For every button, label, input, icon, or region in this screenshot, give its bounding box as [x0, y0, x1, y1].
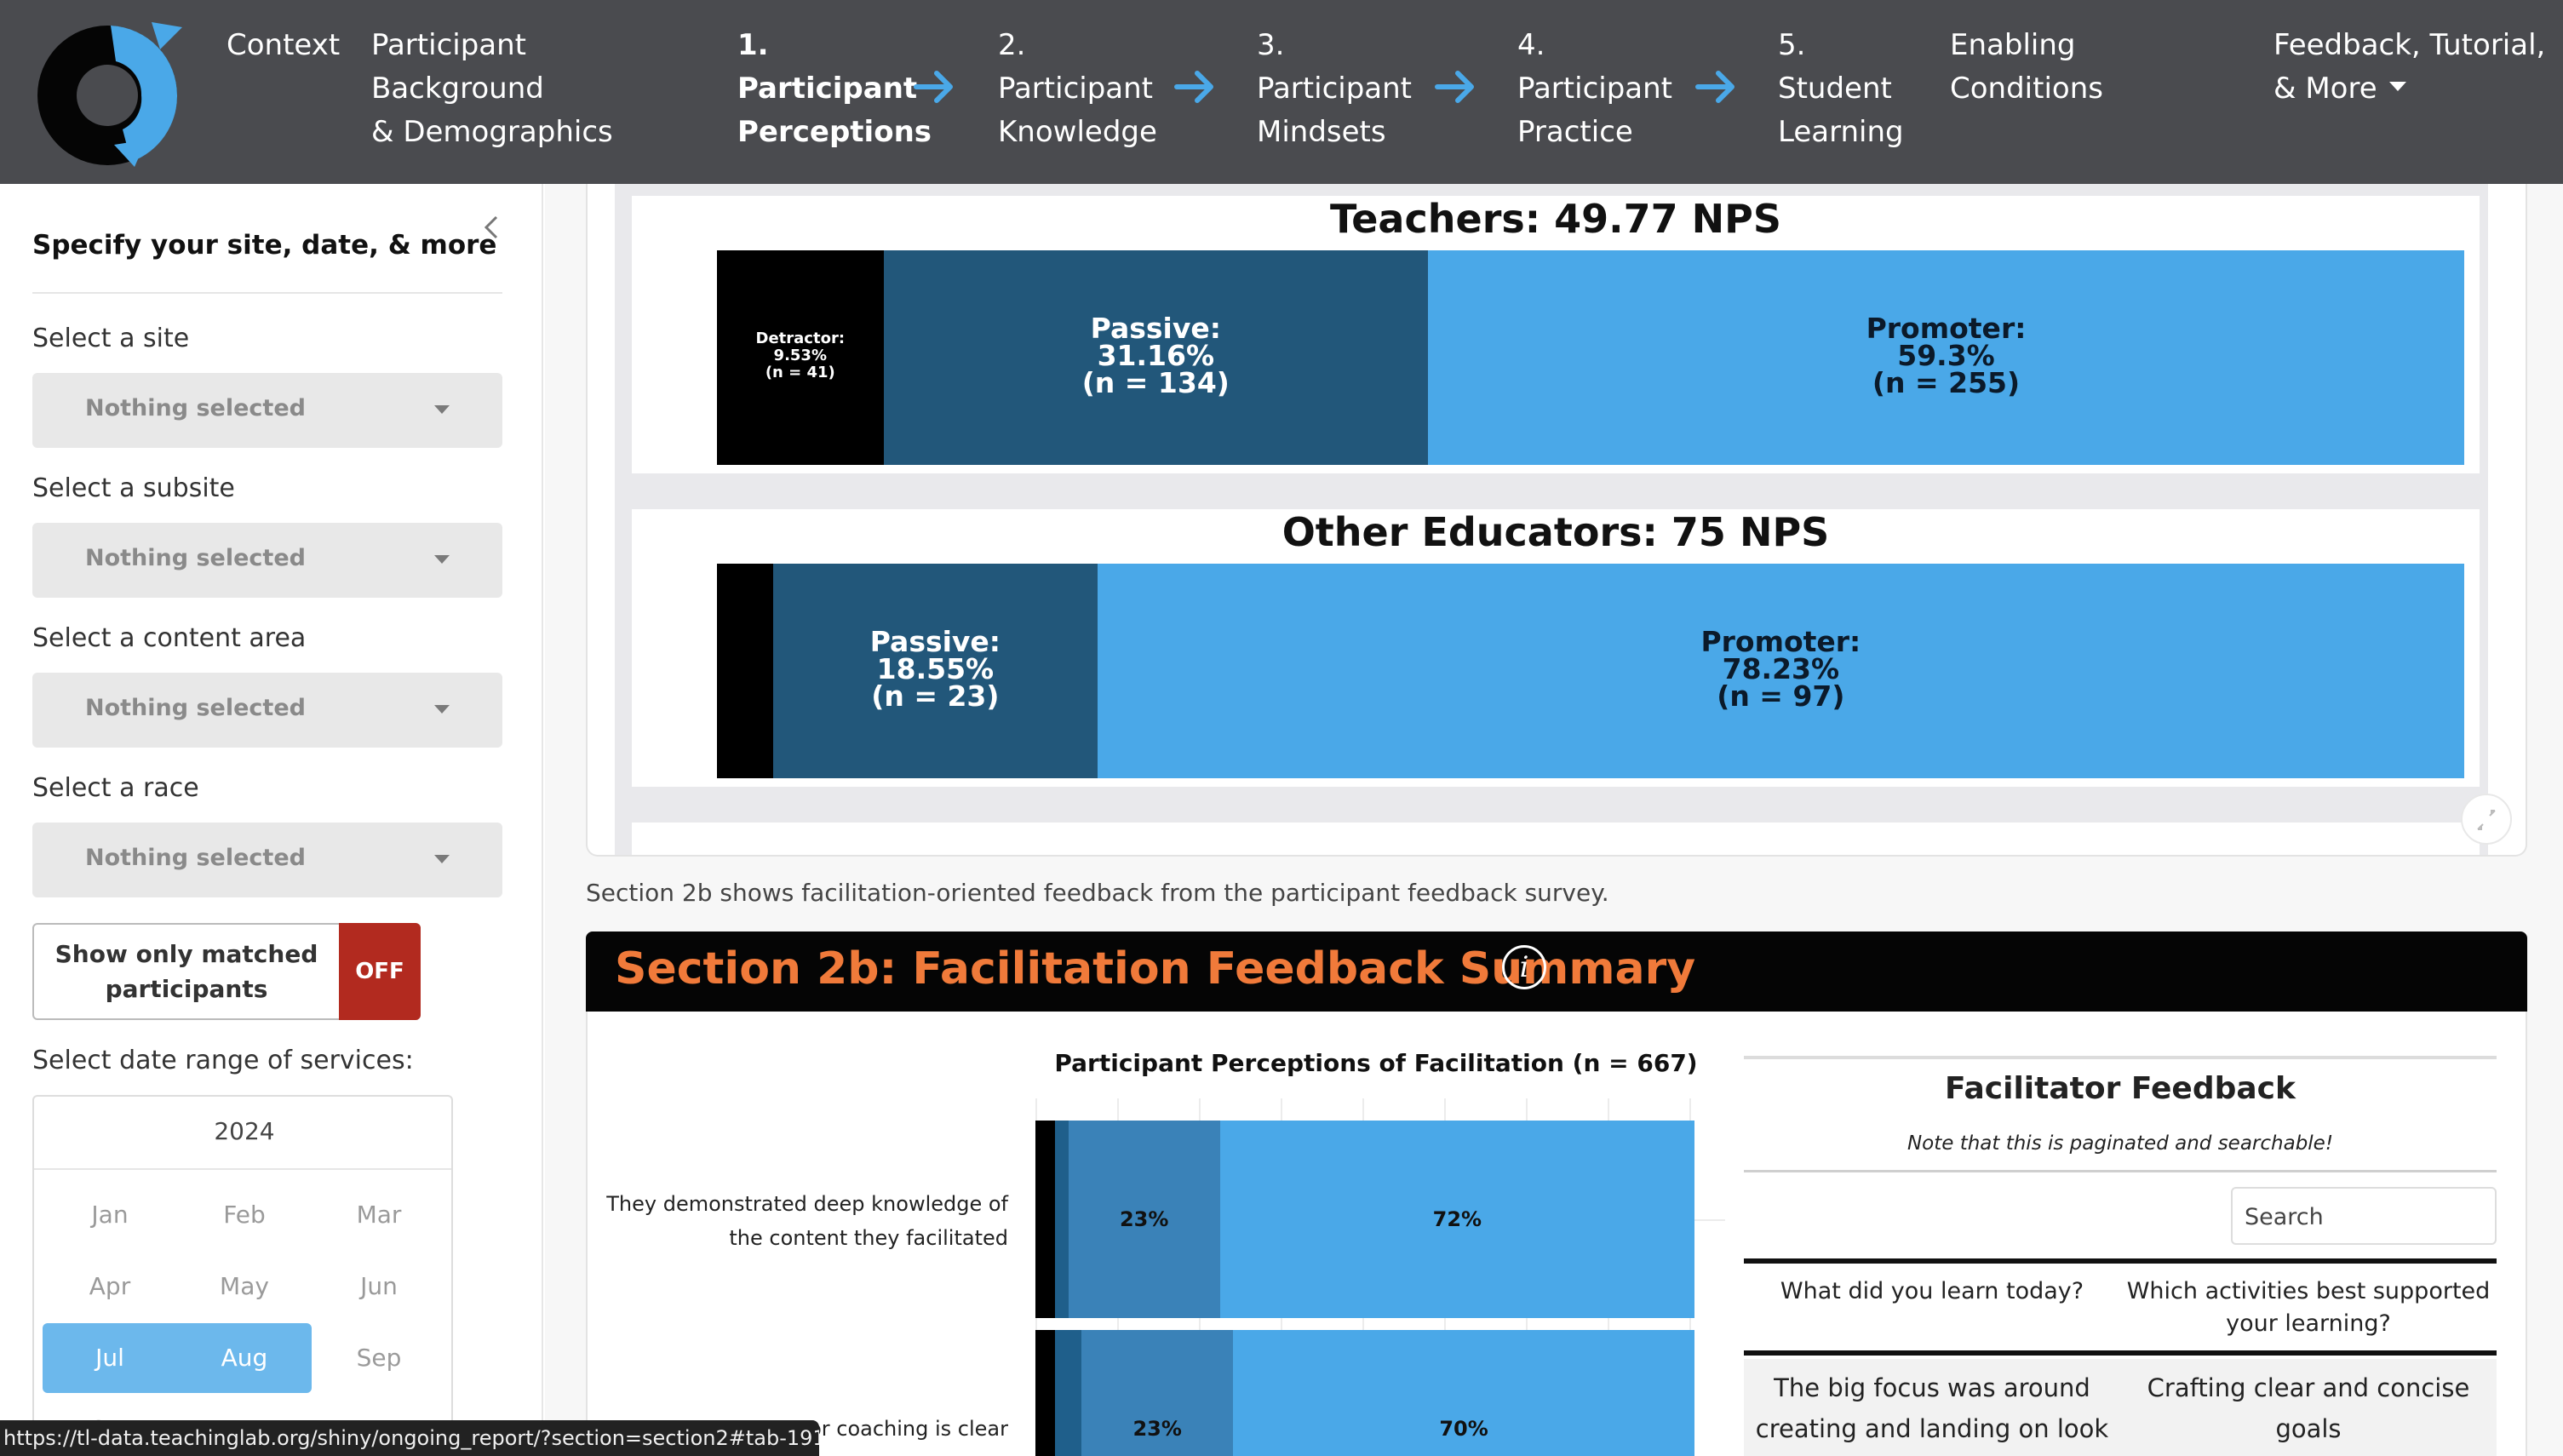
search-placeholder: Search	[2245, 1204, 2324, 1230]
nav-participant-mindsets[interactable]: 3. Participant Mindsets	[1257, 24, 1412, 154]
nav-participant-perceptions[interactable]: 1. Participant Perceptions	[737, 24, 932, 154]
content-area-label: Select a content area	[32, 623, 307, 653]
table-cell: Crafting clear and concise goals and gai…	[2146, 1373, 2471, 1456]
nav-feedback-label: Feedback, Tutorial, & More	[2273, 28, 2546, 106]
month-apr[interactable]: Apr	[43, 1252, 177, 1321]
info-icon[interactable]: i	[1502, 945, 1546, 989]
subsite-select-value: Nothing selected	[85, 545, 306, 571]
arrow-right-icon	[1174, 71, 1213, 103]
nav-participant-knowledge[interactable]: 2. Participant Knowledge	[998, 24, 1157, 154]
nps-other-title: Other Educators: 75 NPS	[1282, 509, 1830, 555]
top-navbar: Context Participant Background & Demogra…	[0, 0, 2563, 184]
facilitation-bar-label: 72%	[1432, 1207, 1482, 1231]
caret-down-icon	[434, 705, 450, 714]
nps-segment-label: Passive: 31.16% (n = 134)	[1081, 312, 1230, 399]
nps-segment-label: Passive: 18.55% (n = 23)	[869, 625, 1001, 713]
month-mar[interactable]: Mar	[312, 1180, 446, 1250]
matched-participants-toggle[interactable]: Show only matched participants OFF	[32, 923, 421, 1020]
nav-student-learning[interactable]: 5. Student Learning	[1778, 24, 1904, 154]
arrow-right-icon	[1435, 71, 1474, 103]
facilitation-bar-segment[interactable]	[1035, 1121, 1056, 1318]
nav-feedback-more-dropdown[interactable]: Feedback, Tutorial, & More	[2273, 24, 2545, 111]
section2b-header: Section 2b: Facilitation Feedback Summar…	[586, 931, 2527, 1012]
feedback-divider	[1744, 1170, 2497, 1172]
table-header-bottom-rule	[1744, 1350, 2497, 1356]
nps-segment-label: Detractor: 9.53% (n = 41)	[755, 330, 846, 381]
month-may[interactable]: May	[177, 1252, 312, 1321]
facilitator-feedback-title: Facilitator Feedback	[1945, 1071, 2296, 1106]
month-jan[interactable]: Jan	[43, 1180, 177, 1250]
facilitation-bar-segment[interactable]	[1035, 1330, 1056, 1456]
nav-context[interactable]: Context	[226, 24, 340, 67]
content-area-select-value: Nothing selected	[85, 695, 306, 721]
site-select[interactable]: Nothing selected	[32, 373, 502, 448]
column-header-activities[interactable]: Which activities best supported your lea…	[2120, 1275, 2497, 1340]
facilitator-feedback-note: Note that this is paginated and searchab…	[1906, 1132, 2334, 1155]
sidebar-title: Specify your site, date, & more	[32, 230, 497, 261]
nps-teachers-title: Teachers: 49.77 NPS	[1329, 196, 1782, 242]
expand-button[interactable]	[2461, 794, 2512, 845]
month-calendar: 2024 Jan Feb Mar Apr May Jun Jul Aug Sep…	[32, 1095, 453, 1456]
month-jun[interactable]: Jun	[312, 1252, 446, 1321]
content-area-select[interactable]: Nothing selected	[32, 673, 502, 748]
facilitation-question-label: They demonstrated deep knowledge of the …	[606, 1192, 1008, 1250]
race-select[interactable]: Nothing selected	[32, 823, 502, 897]
logo-icon[interactable]	[32, 20, 186, 167]
toggle-state-off[interactable]: OFF	[339, 923, 421, 1020]
section2b-caption: Section 2b shows facilitation-oriented f…	[586, 879, 1609, 907]
caret-down-icon	[434, 555, 450, 564]
nps-third-panel-top	[632, 823, 2480, 855]
month-sep[interactable]: Sep	[312, 1323, 446, 1393]
sidebar-divider	[32, 292, 502, 294]
caret-down-icon	[2388, 82, 2406, 91]
subsite-label: Select a subsite	[32, 473, 235, 503]
calendar-divider	[34, 1168, 451, 1170]
expand-icon	[2477, 810, 2496, 830]
calendar-year[interactable]: 2024	[34, 1117, 451, 1145]
nav-participant-background[interactable]: Participant Background & Demographics	[371, 24, 613, 154]
arrow-right-icon	[914, 71, 953, 103]
month-jul[interactable]: Jul	[43, 1323, 177, 1393]
month-feb[interactable]: Feb	[177, 1180, 312, 1250]
subsite-select[interactable]: Nothing selected	[32, 523, 502, 598]
nav-participant-practice[interactable]: 4. Participant Practice	[1517, 24, 1672, 154]
table-header-top-rule	[1744, 1258, 2497, 1264]
collapse-chevron-left-icon[interactable]	[482, 215, 501, 240]
race-label: Select a race	[32, 773, 199, 803]
site-select-value: Nothing selected	[85, 395, 306, 421]
facilitation-bar-label: 23%	[1132, 1417, 1182, 1441]
facilitation-bar-label: 70%	[1439, 1417, 1488, 1441]
nps-segment-label: Promoter: 59.3% (n = 255)	[1866, 312, 2027, 399]
month-aug[interactable]: Aug	[177, 1323, 312, 1393]
feedback-top-rule	[1744, 1056, 2497, 1059]
site-label: Select a site	[32, 324, 190, 353]
facilitation-bar-segment[interactable]	[1055, 1330, 1082, 1456]
arrow-right-icon	[1695, 71, 1734, 103]
race-select-value: Nothing selected	[85, 845, 306, 871]
facilitation-chart-title: Participant Perceptions of Facilitation …	[1054, 1049, 1698, 1077]
nps-segment-label: Promoter: 78.23% (n = 97)	[1700, 625, 1861, 713]
caret-down-icon	[434, 855, 450, 863]
nav-enabling-conditions[interactable]: Enabling Conditions	[1950, 24, 2103, 111]
column-header-learn[interactable]: What did you learn today?	[1744, 1275, 2120, 1308]
facilitation-bar-segment[interactable]	[1055, 1121, 1069, 1318]
matched-participants-label: Show only matched participants	[54, 940, 318, 1003]
date-range-label: Select date range of services:	[32, 1046, 414, 1075]
status-bar-url: https://tl-data.teachinglab.org/shiny/on…	[0, 1420, 819, 1456]
caret-down-icon	[434, 405, 450, 414]
nps-segment-detractor[interactable]	[717, 564, 774, 778]
facilitation-bar-label: 23%	[1119, 1207, 1169, 1231]
table-cell: The big focus was around creating and la…	[1755, 1373, 2109, 1443]
feedback-search-input[interactable]: Search	[2231, 1187, 2497, 1245]
